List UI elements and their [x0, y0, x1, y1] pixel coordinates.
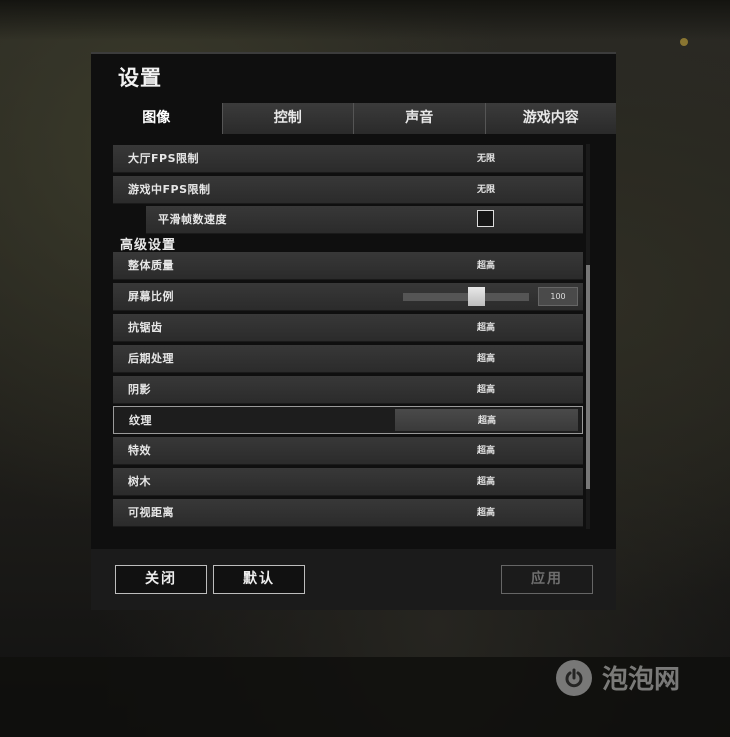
setting-value: 超高 — [477, 323, 496, 333]
setting-label: 特效 — [128, 444, 151, 457]
setting-value: 超高 — [477, 508, 496, 518]
scrollbar-thumb[interactable] — [586, 265, 590, 489]
screen-scale-value-input[interactable]: 100 — [538, 287, 578, 306]
setting-label: 抗锯齿 — [128, 321, 163, 334]
setting-label: 整体质量 — [128, 259, 174, 272]
watermark: 泡泡网 — [556, 659, 680, 696]
setting-label: 平滑帧数速度 — [158, 213, 227, 226]
setting-row-foliage[interactable]: 树木 超高 — [113, 468, 583, 496]
setting-value: 超高 — [477, 446, 496, 456]
section-header-advanced: 高级设置 — [120, 238, 177, 253]
setting-label: 阴影 — [128, 383, 151, 396]
screen-scale-slider-track[interactable] — [403, 293, 529, 301]
setting-row-post-processing[interactable]: 后期处理 超高 — [113, 345, 583, 373]
setting-label: 后期处理 — [128, 352, 174, 365]
watermark-power-icon — [556, 659, 592, 696]
setting-row-view-distance[interactable]: 可视距离 超高 — [113, 499, 583, 527]
tab-gameplay[interactable]: 游戏内容 — [484, 103, 616, 134]
setting-label: 游戏中FPS限制 — [128, 183, 211, 196]
watermark-text: 泡泡网 — [602, 665, 681, 695]
setting-label: 树木 — [128, 475, 151, 488]
close-button[interactable]: 关闭 — [115, 565, 207, 594]
setting-row-effects[interactable]: 特效 超高 — [113, 437, 583, 465]
setting-value: 超高 — [478, 416, 497, 426]
apply-button[interactable]: 应用 — [501, 565, 593, 594]
setting-value: 超高 — [477, 354, 496, 364]
setting-value: 超高 — [477, 261, 496, 271]
settings-scrollbar[interactable] — [586, 144, 590, 529]
setting-label: 屏幕比例 — [128, 290, 174, 303]
setting-value: 无限 — [477, 185, 496, 195]
setting-row-shadows[interactable]: 阴影 超高 — [113, 376, 583, 404]
smooth-frame-checkbox[interactable] — [477, 210, 494, 227]
default-button[interactable]: 默认 — [213, 565, 305, 594]
setting-value: 无限 — [477, 154, 496, 164]
setting-row-smooth-frame[interactable]: 平滑帧数速度 — [146, 206, 583, 234]
dialog-title: 设置 — [118, 66, 162, 90]
tab-controls[interactable]: 控制 — [221, 103, 353, 134]
tab-graphics[interactable]: 图像 — [91, 103, 222, 134]
setting-value: 超高 — [477, 385, 496, 395]
tab-sound[interactable]: 声音 — [353, 103, 485, 134]
setting-row-lobby-fps[interactable]: 大厅FPS限制 无限 — [113, 145, 583, 173]
setting-row-ingame-fps[interactable]: 游戏中FPS限制 无限 — [113, 176, 583, 204]
setting-row-screen-scale: 屏幕比例 100 — [113, 283, 583, 311]
settings-list: 大厅FPS限制 无限 游戏中FPS限制 无限 平滑帧数速度 高级设置 整体质量 … — [113, 144, 591, 529]
setting-label: 可视距离 — [128, 506, 174, 519]
setting-label: 大厅FPS限制 — [128, 152, 199, 165]
tab-bar: 图像 控制 声音 游戏内容 — [91, 103, 616, 134]
settings-dialog: 设置 图像 控制 声音 游戏内容 大厅FPS限制 无限 游戏中FPS限制 无限 … — [91, 52, 616, 610]
setting-label: 纹理 — [129, 414, 152, 427]
setting-row-anti-aliasing[interactable]: 抗锯齿 超高 — [113, 314, 583, 342]
setting-row-overall-quality[interactable]: 整体质量 超高 — [113, 252, 583, 280]
screen-scale-slider-handle[interactable] — [468, 287, 486, 306]
setting-value: 超高 — [477, 477, 496, 487]
setting-row-textures[interactable]: 纹理 超高 — [113, 406, 583, 434]
title-divider — [91, 52, 616, 54]
dialog-footer: 关闭 默认 应用 — [91, 549, 616, 610]
